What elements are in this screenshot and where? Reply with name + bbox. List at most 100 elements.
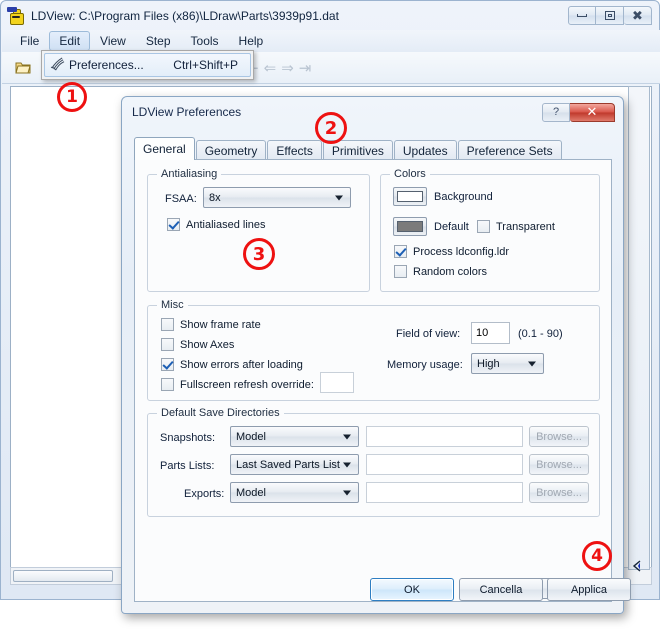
group-misc: Misc Show frame rate Show Axes Show erro… [147, 299, 600, 401]
group-misc-title: Misc [157, 299, 188, 311]
dialog-close-button[interactable]: ✕ [570, 102, 615, 122]
random-colors-label: Random colors [413, 265, 487, 278]
show-frame-rate-checkbox[interactable] [161, 318, 174, 331]
parts-lists-path-input[interactable] [366, 454, 523, 475]
snapshots-combo-value: Model [236, 430, 266, 443]
group-colors: Colors Background Default Transparent Pr… [380, 168, 600, 292]
tab-panel-general: Antialiasing FSAA: 8x Antialiased lines … [134, 159, 612, 602]
prev-step-icon[interactable]: ⇐ [264, 59, 277, 77]
help-button[interactable]: ? [542, 102, 570, 122]
field-of-view-input[interactable]: 10 [471, 322, 510, 344]
fsaa-combo-value: 8x [209, 191, 221, 204]
process-ldconfig-checkbox[interactable] [394, 245, 407, 258]
field-of-view-label: Field of view: [396, 328, 461, 340]
transparent-checkbox[interactable] [477, 220, 490, 233]
menu-item-preferences-label: Preferences... [69, 58, 144, 72]
fullscreen-refresh-input[interactable] [320, 372, 354, 393]
right-panel-strip [628, 86, 650, 570]
memory-usage-label: Memory usage: [387, 359, 463, 371]
menu-edit[interactable]: Edit [49, 31, 91, 51]
chevron-down-icon [343, 490, 351, 495]
scrollbar-thumb[interactable] [13, 570, 113, 582]
menu-view[interactable]: View [90, 31, 136, 51]
snapshots-combo[interactable]: Model [230, 426, 359, 447]
default-color-button[interactable] [393, 217, 427, 236]
group-default-save-directories: Default Save Directories Snapshots: Mode… [147, 407, 600, 517]
close-button[interactable]: ✖ [624, 6, 652, 25]
dialog-title: LDView Preferences [132, 105, 242, 119]
group-save-dirs-title: Default Save Directories [157, 407, 284, 419]
panel-expand-icon[interactable] [628, 553, 650, 579]
next-step-icon[interactable]: ⇒ [281, 59, 294, 77]
menu-step[interactable]: Step [136, 31, 181, 51]
fullscreen-refresh-checkbox[interactable] [161, 378, 174, 391]
dialog-window-controls: ? ✕ [542, 102, 615, 122]
show-frame-rate-row[interactable]: Show frame rate [161, 318, 261, 331]
minimize-button[interactable] [568, 6, 596, 25]
antialiased-lines-checkbox[interactable] [167, 218, 180, 231]
show-frame-rate-label: Show frame rate [180, 318, 261, 331]
process-ldconfig-label: Process ldconfig.ldr [413, 245, 509, 258]
close-icon: ✖ [632, 8, 643, 23]
open-folder-icon[interactable] [10, 56, 36, 80]
background-color-label: Background [434, 191, 493, 203]
snapshots-path-input[interactable] [366, 426, 523, 447]
menubar: File Edit View Step Tools Help [2, 30, 660, 52]
show-errors-row[interactable]: Show errors after loading [161, 358, 303, 371]
group-colors-title: Colors [390, 168, 430, 180]
main-window-titlebar: LDView: C:\Program Files (x86)\LDraw\Par… [1, 1, 659, 30]
parts-lists-browse-button[interactable]: Browse... [529, 454, 589, 475]
menu-tools[interactable]: Tools [181, 31, 229, 51]
group-antialiasing-title: Antialiasing [157, 168, 222, 180]
exports-combo[interactable]: Model [230, 482, 359, 503]
exports-browse-button[interactable]: Browse... [529, 482, 589, 503]
fullscreen-refresh-row[interactable]: Fullscreen refresh override: [161, 378, 314, 391]
field-of-view-range: (0.1 - 90) [518, 328, 563, 340]
snapshots-browse-button[interactable]: Browse... [529, 426, 589, 447]
menu-item-preferences-shortcut: Ctrl+Shift+P [173, 58, 238, 72]
tab-effects[interactable]: Effects [267, 140, 322, 160]
process-ldconfig-row[interactable]: Process ldconfig.ldr [394, 245, 509, 258]
tab-updates[interactable]: Updates [393, 140, 457, 160]
menu-item-preferences[interactable]: Preferences... Ctrl+Shift+P [44, 53, 251, 77]
fullscreen-refresh-label: Fullscreen refresh override: [180, 378, 314, 391]
last-step-icon[interactable]: ⇥ [299, 59, 312, 77]
transparent-label: Transparent [496, 220, 555, 233]
fsaa-combo[interactable]: 8x [203, 187, 351, 208]
tab-geometry[interactable]: Geometry [195, 140, 267, 160]
default-color-label: Default [434, 221, 469, 233]
random-colors-checkbox[interactable] [394, 265, 407, 278]
menu-file[interactable]: File [10, 31, 49, 51]
show-axes-checkbox[interactable] [161, 338, 174, 351]
dialog-titlebar: LDView Preferences ? ✕ [122, 97, 623, 127]
snapshots-label: Snapshots: [160, 432, 216, 444]
apply-button[interactable]: Applica [547, 578, 631, 601]
tab-general[interactable]: General [134, 137, 195, 160]
show-errors-checkbox[interactable] [161, 358, 174, 371]
exports-path-input[interactable] [366, 482, 523, 503]
chevron-down-icon [343, 434, 351, 439]
show-axes-label: Show Axes [180, 338, 235, 351]
show-axes-row[interactable]: Show Axes [161, 338, 234, 351]
random-colors-row[interactable]: Random colors [394, 265, 487, 278]
menu-help[interactable]: Help [229, 31, 274, 51]
antialiased-lines-label: Antialiased lines [186, 218, 266, 231]
maximize-button[interactable] [596, 6, 624, 25]
window-title: LDView: C:\Program Files (x86)\LDraw\Par… [31, 8, 339, 23]
chevron-down-icon [335, 195, 343, 200]
tab-primitives[interactable]: Primitives [322, 140, 393, 160]
ok-button[interactable]: OK [370, 578, 454, 601]
chevron-down-icon [528, 361, 536, 366]
tab-preference-sets[interactable]: Preference Sets [457, 140, 562, 160]
background-color-swatch [397, 191, 423, 202]
parts-lists-combo[interactable]: Last Saved Parts List [230, 454, 359, 475]
group-antialiasing: Antialiasing FSAA: 8x Antialiased lines [147, 168, 370, 292]
memory-usage-combo[interactable]: High [471, 353, 544, 374]
cancel-button[interactable]: Cancella [459, 578, 543, 601]
default-color-swatch [397, 221, 423, 232]
background-color-button[interactable] [393, 187, 427, 206]
transparent-row[interactable]: Transparent [477, 220, 555, 233]
memory-usage-value: High [477, 357, 500, 370]
parts-lists-combo-value: Last Saved Parts List [236, 458, 340, 471]
antialiased-lines-row[interactable]: Antialiased lines [167, 218, 266, 231]
